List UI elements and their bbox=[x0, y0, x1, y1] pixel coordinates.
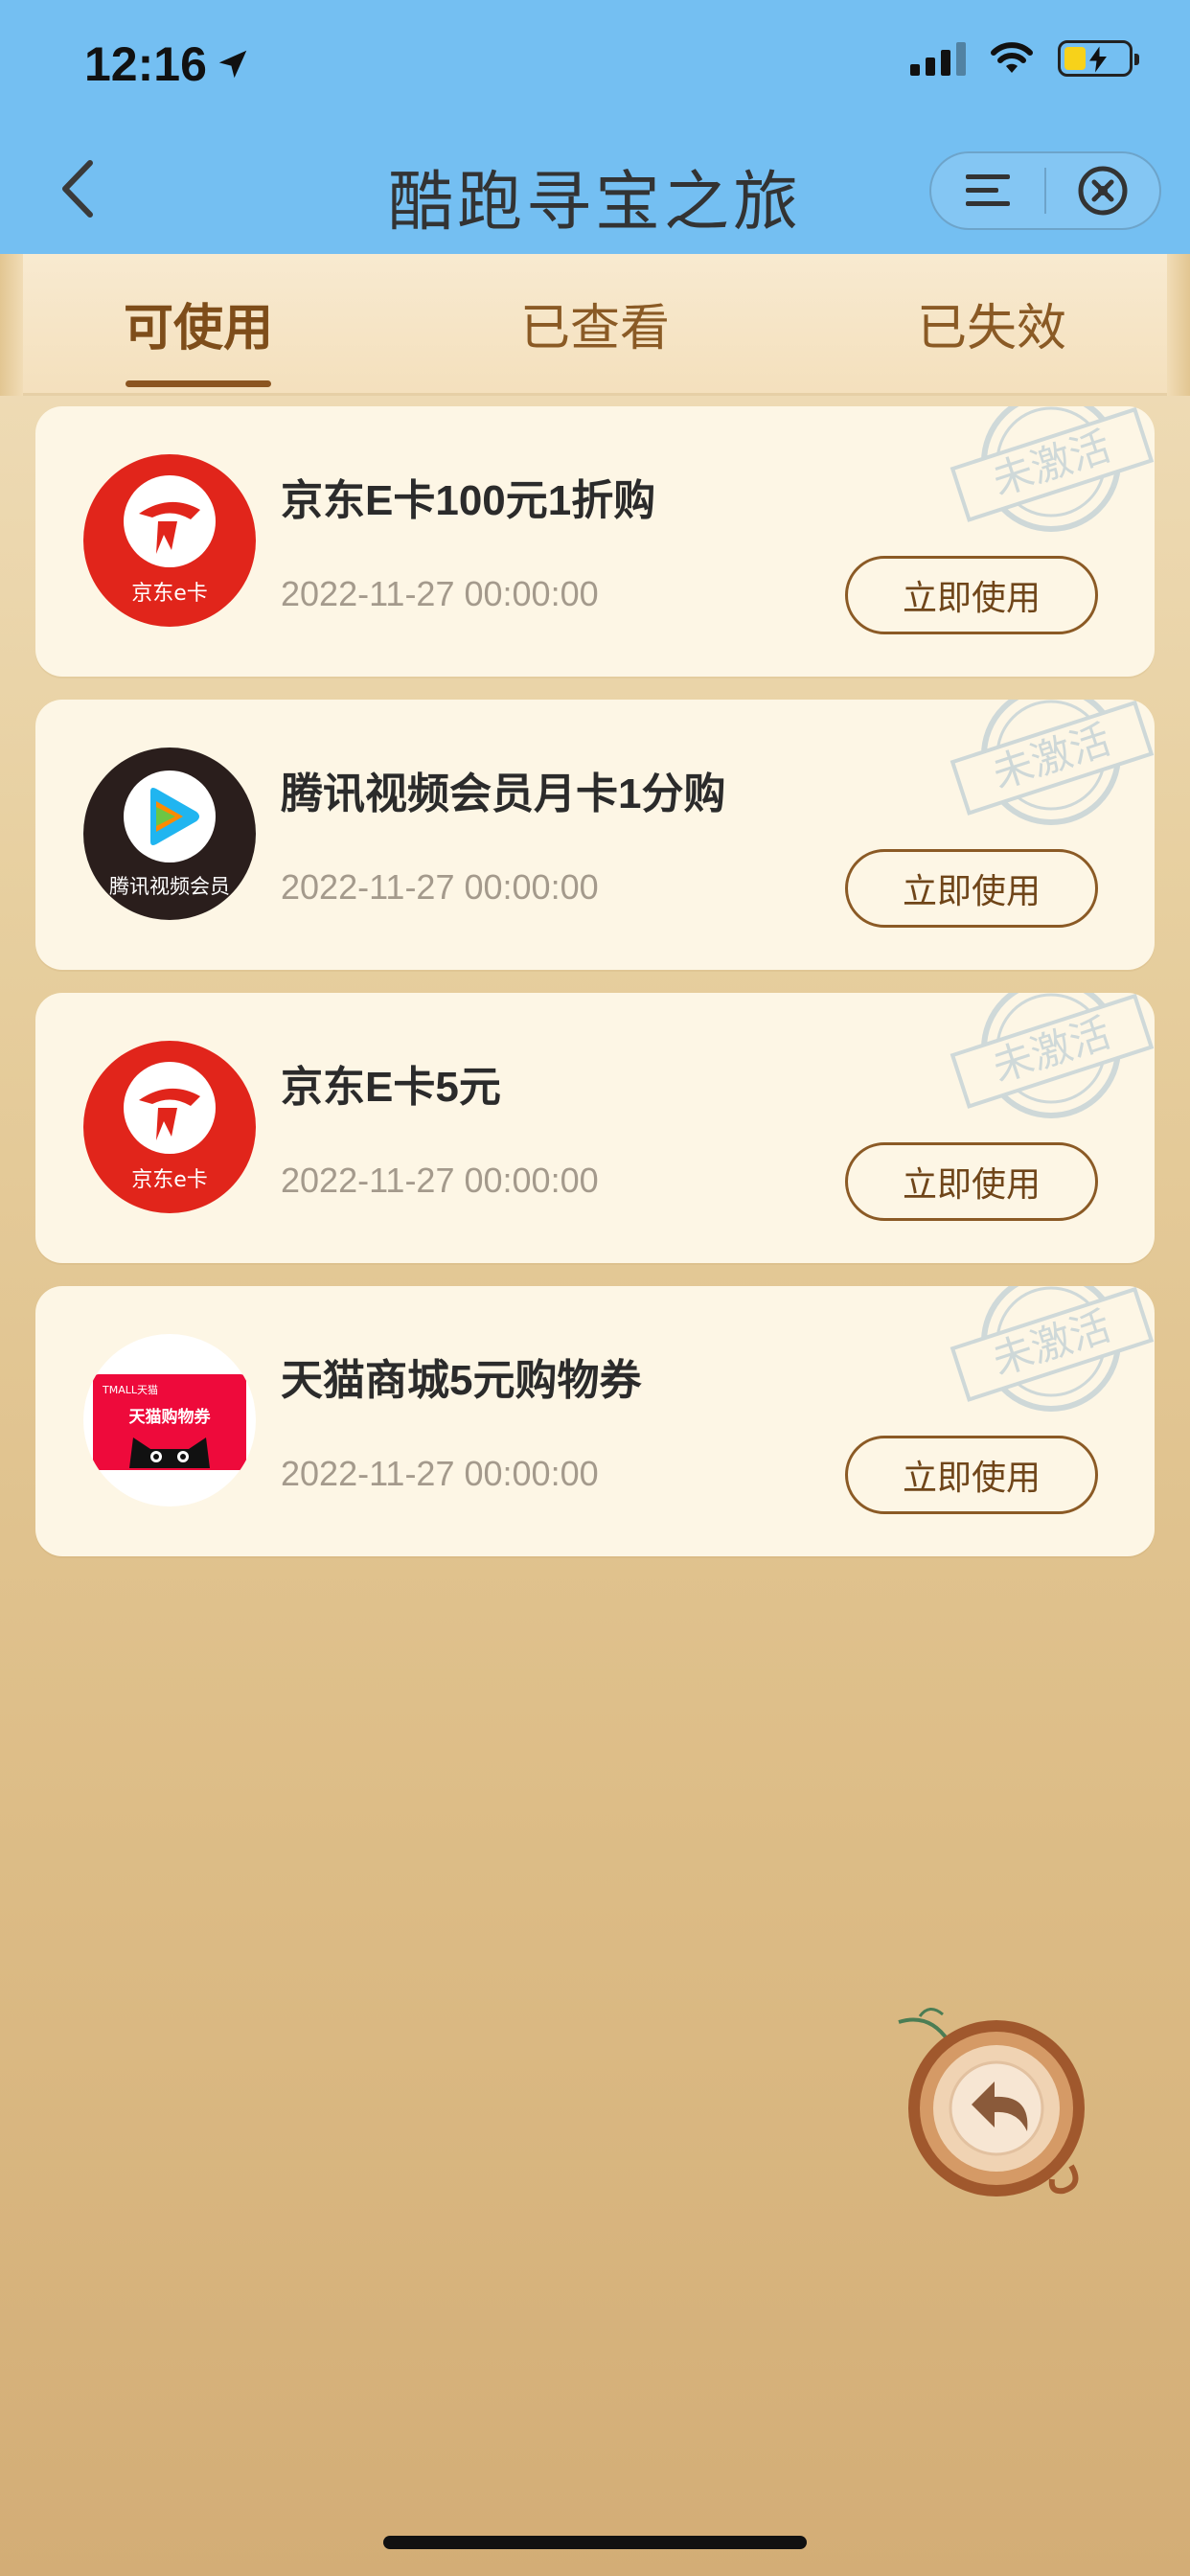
use-now-button[interactable]: 立即使用 bbox=[845, 849, 1098, 928]
coupon-title: 京东E卡5元 bbox=[281, 1064, 501, 1111]
top-bar: 12:16 酷跑寻宝之旅 bbox=[0, 0, 1190, 254]
inactive-stamp: 未激活 bbox=[950, 406, 1155, 532]
close-circle-icon bbox=[1078, 166, 1128, 216]
coupon-card: 未激活 TMALL天猫 天猫购物券 天猫商城5元购物券 2022-11-27 0… bbox=[35, 1286, 1155, 1556]
status-icons bbox=[910, 40, 1139, 77]
tab-expired[interactable]: 已失效 bbox=[793, 254, 1190, 393]
tmall-coupon-logo: TMALL天猫 天猫购物券 bbox=[83, 1334, 256, 1506]
tab-usable[interactable]: 可使用 bbox=[0, 254, 397, 393]
svg-text:京东e卡: 京东e卡 bbox=[131, 582, 208, 606]
svg-text:腾讯视频会员: 腾讯视频会员 bbox=[109, 875, 230, 898]
svg-text:TMALL天猫: TMALL天猫 bbox=[102, 1384, 158, 1396]
mini-program-capsule bbox=[929, 151, 1161, 230]
svg-text:天猫购物券: 天猫购物券 bbox=[129, 1407, 212, 1427]
jd-ecard-icon: 京东e卡 bbox=[124, 475, 216, 606]
inactive-stamp: 未激活 bbox=[950, 1286, 1155, 1412]
menu-button[interactable] bbox=[931, 153, 1044, 228]
jd-ecard-icon: 京东e卡 bbox=[124, 1062, 216, 1192]
use-now-button[interactable]: 立即使用 bbox=[845, 1142, 1098, 1221]
jd-ecard-logo: 京东e卡 bbox=[83, 1041, 256, 1213]
use-now-button[interactable]: 立即使用 bbox=[845, 1436, 1098, 1514]
status-time: 12:16 bbox=[84, 36, 251, 92]
coupon-title: 腾讯视频会员月卡1分购 bbox=[281, 770, 726, 817]
wifi-icon bbox=[991, 42, 1033, 73]
wooden-return-button[interactable] bbox=[891, 2003, 1102, 2214]
coupon-date: 2022-11-27 00:00:00 bbox=[281, 1454, 599, 1493]
coupon-card: 未激活 京东e卡 京东E卡5元 2022-11-27 00:00:00 立即使用 bbox=[35, 993, 1155, 1263]
inactive-stamp: 未激活 bbox=[950, 700, 1155, 825]
tab-viewed[interactable]: 已查看 bbox=[397, 254, 793, 393]
tmall-coupon-icon: TMALL天猫 天猫购物券 bbox=[93, 1374, 246, 1470]
coupon-card: 未激活 腾讯视频会员 腾讯视频会员月卡1分购 2022-11-27 00:00:… bbox=[35, 700, 1155, 970]
use-now-button[interactable]: 立即使用 bbox=[845, 556, 1098, 634]
coupon-list: 未激活 京东e卡 京东E卡100元1折购 2022-11-27 00:00:00… bbox=[35, 406, 1155, 1579]
coupon-title: 天猫商城5元购物券 bbox=[281, 1357, 642, 1404]
inactive-stamp: 未激活 bbox=[950, 993, 1155, 1118]
jd-ecard-logo: 京东e卡 bbox=[83, 454, 256, 627]
coupon-date: 2022-11-27 00:00:00 bbox=[281, 574, 599, 613]
tab-bar: 可使用 已查看 已失效 bbox=[0, 254, 1190, 396]
coupon-date: 2022-11-27 00:00:00 bbox=[281, 1161, 599, 1200]
coupon-title: 京东E卡100元1折购 bbox=[281, 477, 656, 524]
coupon-card: 未激活 京东e卡 京东E卡100元1折购 2022-11-27 00:00:00… bbox=[35, 406, 1155, 677]
menu-icon bbox=[966, 174, 1010, 206]
close-mini-program-button[interactable] bbox=[1046, 153, 1159, 228]
svg-text:京东e卡: 京东e卡 bbox=[131, 1168, 208, 1192]
coupon-date: 2022-11-27 00:00:00 bbox=[281, 867, 599, 907]
location-arrow-icon bbox=[218, 50, 247, 79]
home-indicator bbox=[383, 2536, 807, 2549]
tencent-video-icon: 腾讯视频会员 bbox=[109, 770, 230, 898]
cellular-signal-icon bbox=[910, 41, 966, 76]
battery-icon bbox=[1058, 40, 1139, 77]
tencent-video-logo: 腾讯视频会员 bbox=[83, 748, 256, 920]
status-time-text: 12:16 bbox=[84, 37, 207, 91]
